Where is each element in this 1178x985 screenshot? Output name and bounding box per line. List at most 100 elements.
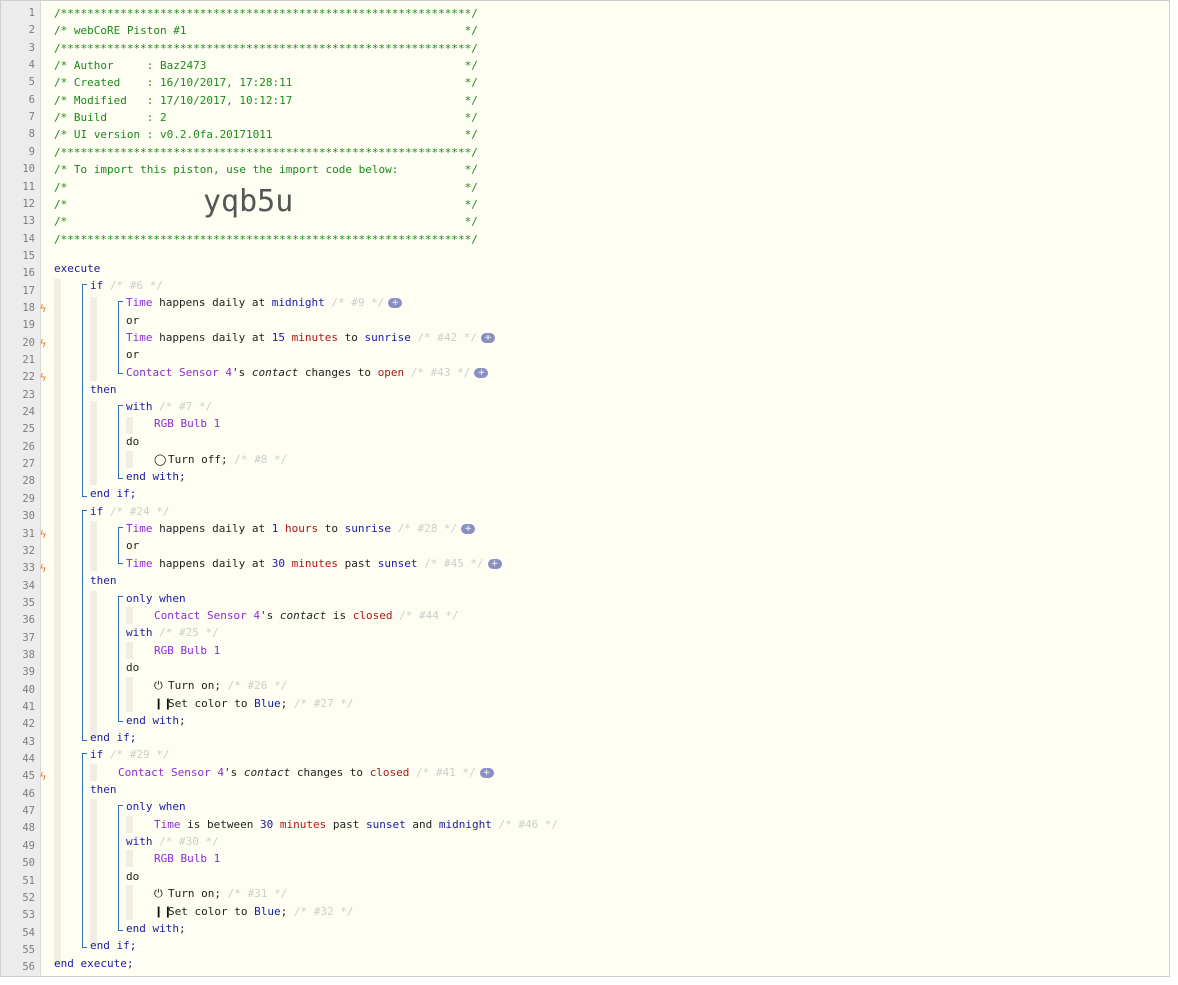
- offset-number: 30: [271, 557, 285, 570]
- indent-guide: [90, 764, 97, 781]
- if-statement-29[interactable]: if /* #29 */: [90, 746, 169, 763]
- header-comment-line: /* webCoRE Piston #1 */: [54, 24, 478, 38]
- condition-42[interactable]: Time happens daily at 15 minutes to sunr…: [126, 329, 496, 346]
- task-text: Set color to: [168, 905, 248, 918]
- trigger-lightning-icon: ϟ: [39, 336, 47, 350]
- if-statement-24[interactable]: if /* #24 */: [90, 503, 169, 520]
- line-number: 9: [28, 145, 35, 158]
- block-bracket: [82, 753, 87, 948]
- device-rgb-bulb[interactable]: RGB Bulb 1: [154, 642, 220, 659]
- header-comment-line: /* Author : Baz2473 */: [54, 59, 478, 73]
- add-condition-button[interactable]: +: [481, 333, 496, 343]
- line-number: 11: [22, 180, 35, 193]
- add-condition-button[interactable]: +: [487, 559, 502, 569]
- time-value: midnight: [271, 296, 325, 309]
- with-statement-7[interactable]: with /* #7 */: [126, 398, 212, 415]
- line-number: 6: [28, 93, 35, 106]
- possessive: 's: [259, 609, 274, 622]
- task-text: Turn on;: [168, 679, 221, 692]
- line-number: 35: [22, 596, 35, 609]
- relation: to: [344, 331, 358, 344]
- time-value: sunrise: [344, 522, 391, 535]
- restriction-44[interactable]: Contact Sensor 4's contact is closed /* …: [154, 607, 459, 624]
- add-condition-button[interactable]: +: [388, 298, 403, 308]
- piston-code-editor: 1 2 3 4 5 6 7 8 9 10 11 12 13 14 15 16 17 18 19 20 21 22 23 24 2…: [0, 0, 1170, 977]
- line-number: 20: [22, 336, 35, 349]
- power-off-icon: ◯: [154, 453, 167, 466]
- indent-guide: [126, 642, 133, 659]
- task-id: /* #31 */: [227, 887, 288, 900]
- task-id: /* #8 */: [234, 453, 288, 466]
- condition-id: /* #42 */: [417, 331, 478, 344]
- line-number: 15: [22, 249, 35, 262]
- with-keyword: with: [126, 835, 153, 848]
- time-value: sunset: [377, 557, 418, 570]
- line-number: 7: [28, 111, 35, 124]
- header-comment-line: /* Modified : 17/10/2017, 10:12:17 */: [54, 93, 478, 107]
- task-turn-on[interactable]: ⏻ Turn on; /* #26 */: [154, 677, 287, 694]
- line-number: 29: [22, 492, 35, 505]
- add-condition-button[interactable]: +: [479, 768, 494, 778]
- with-statement-25[interactable]: with /* #25 */: [126, 624, 219, 641]
- block-bracket: [118, 805, 123, 931]
- line-number: 27: [22, 458, 35, 471]
- time-operand: Time: [126, 331, 153, 344]
- line-number: 16: [22, 267, 35, 280]
- block-bracket: [118, 596, 123, 722]
- or-operator: or: [126, 348, 140, 361]
- task-turn-on[interactable]: ⏻ Turn on; /* #31 */: [154, 885, 287, 902]
- relation: to: [324, 522, 338, 535]
- condition-id: /* #45 */: [424, 557, 484, 570]
- device-name: Contact Sensor 4: [118, 766, 224, 779]
- possessive: 's: [231, 366, 246, 379]
- condition-id: /* #44 */: [399, 609, 459, 622]
- task-set-color[interactable]: ❙❙Set color to Blue; /* #27 */: [154, 695, 353, 712]
- or-operator: or: [126, 314, 140, 327]
- add-condition-button[interactable]: +: [461, 524, 476, 534]
- line-number: 13: [22, 215, 35, 228]
- attribute-value: closed: [352, 609, 393, 622]
- or-operator: or: [126, 539, 140, 552]
- line-number: 28: [22, 475, 35, 488]
- device-rgb-bulb[interactable]: RGB Bulb 1: [154, 850, 220, 867]
- color-bars-icon: ❙❙: [154, 697, 173, 710]
- attribute-name: contact: [251, 366, 299, 379]
- trigger-lightning-icon: ϟ: [39, 562, 47, 576]
- condition-45[interactable]: Time happens daily at 30 minutes past su…: [126, 555, 502, 572]
- header-comment-line: /* To import this piston, use the import…: [54, 163, 478, 177]
- task-text: Set color to: [168, 697, 248, 710]
- indent-guide: [126, 451, 133, 468]
- header-comment-line: /* Created : 16/10/2017, 17:28:11 */: [54, 76, 478, 90]
- indent-guide: [126, 885, 133, 920]
- trigger-lightning-icon: ϟ: [39, 371, 47, 385]
- comparison: happens daily at: [159, 522, 266, 535]
- condition-41[interactable]: Contact Sensor 4's contact changes to cl…: [118, 764, 494, 781]
- condition-id: /* #41 */: [416, 766, 476, 779]
- line-number: 5: [28, 76, 35, 89]
- comparison: changes to: [304, 366, 372, 379]
- line-number: 52: [22, 891, 35, 904]
- time-operand: Time: [126, 296, 153, 309]
- time-operand: Time: [126, 522, 153, 535]
- do-keyword: do: [126, 435, 140, 448]
- condition-9[interactable]: Time happens daily at midnight /* #9 */+: [126, 294, 403, 311]
- task-set-color[interactable]: ❙❙Set color to Blue; /* #32 */: [154, 903, 353, 920]
- end-with-keyword: end with;: [126, 714, 186, 727]
- task-turn-off[interactable]: ◯ Turn off; /* #8 */: [154, 451, 287, 468]
- with-statement-30[interactable]: with /* #30 */: [126, 833, 219, 850]
- line-number: 44: [22, 753, 35, 766]
- line-number: 42: [22, 718, 35, 731]
- line-number: 32: [22, 544, 35, 557]
- device-rgb-bulb[interactable]: RGB Bulb 1: [154, 415, 220, 432]
- if-keyword: if: [90, 748, 104, 761]
- if-keyword: if: [90, 279, 104, 292]
- with-keyword: with: [126, 400, 153, 413]
- end-if-keyword: end if;: [90, 731, 137, 744]
- restriction-46[interactable]: Time is between 30 minutes past sunset a…: [154, 816, 558, 833]
- statement-id: /* #6 */: [109, 279, 163, 292]
- add-condition-button[interactable]: +: [474, 368, 489, 378]
- if-statement-6[interactable]: if /* #6 */: [90, 277, 163, 294]
- condition-43[interactable]: Contact Sensor 4's contact changes to op…: [126, 364, 489, 381]
- condition-28[interactable]: Time happens daily at 1 hours to sunrise…: [126, 520, 476, 537]
- line-number: 39: [22, 666, 35, 679]
